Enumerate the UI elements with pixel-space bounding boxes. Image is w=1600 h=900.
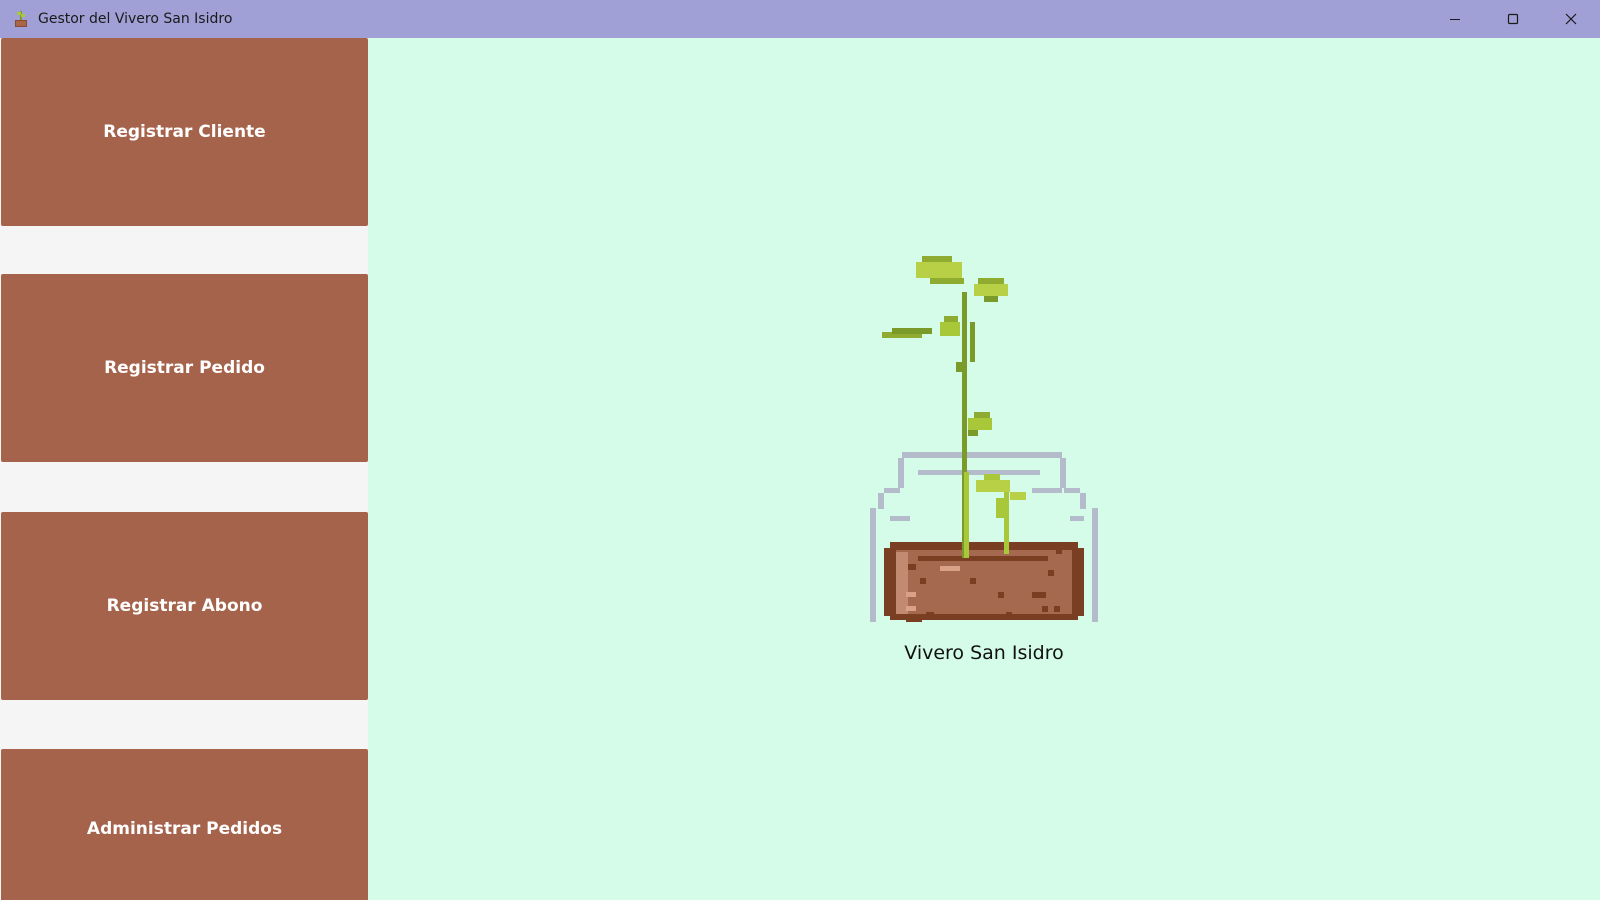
registrar-pedido-button[interactable]: Registrar Pedido — [1, 274, 368, 462]
registrar-cliente-button[interactable]: Registrar Cliente — [1, 38, 368, 226]
maximize-button[interactable] — [1484, 0, 1542, 38]
close-icon — [1565, 13, 1577, 25]
nursery-name-caption: Vivero San Isidro — [904, 642, 1064, 664]
app-window: Gestor del Vivero San Isidro Registrar C… — [0, 0, 1600, 900]
maximize-icon — [1507, 13, 1519, 25]
close-button[interactable] — [1542, 0, 1600, 38]
main-panel: Vivero San Isidro — [368, 38, 1600, 900]
minimize-button[interactable] — [1426, 0, 1484, 38]
window-title: Gestor del Vivero San Isidro — [38, 11, 233, 27]
administrar-pedidos-button[interactable]: Administrar Pedidos — [1, 749, 368, 900]
registrar-abono-button[interactable]: Registrar Abono — [1, 512, 368, 700]
title-bar[interactable]: Gestor del Vivero San Isidro — [0, 0, 1600, 38]
sidebar: Registrar Cliente Registrar Pedido Regis… — [0, 38, 368, 900]
minimize-icon — [1450, 19, 1460, 20]
window-controls — [1426, 0, 1600, 38]
potted-plant-in-jar-icon — [870, 252, 1098, 640]
potted-plant-icon — [12, 10, 30, 28]
